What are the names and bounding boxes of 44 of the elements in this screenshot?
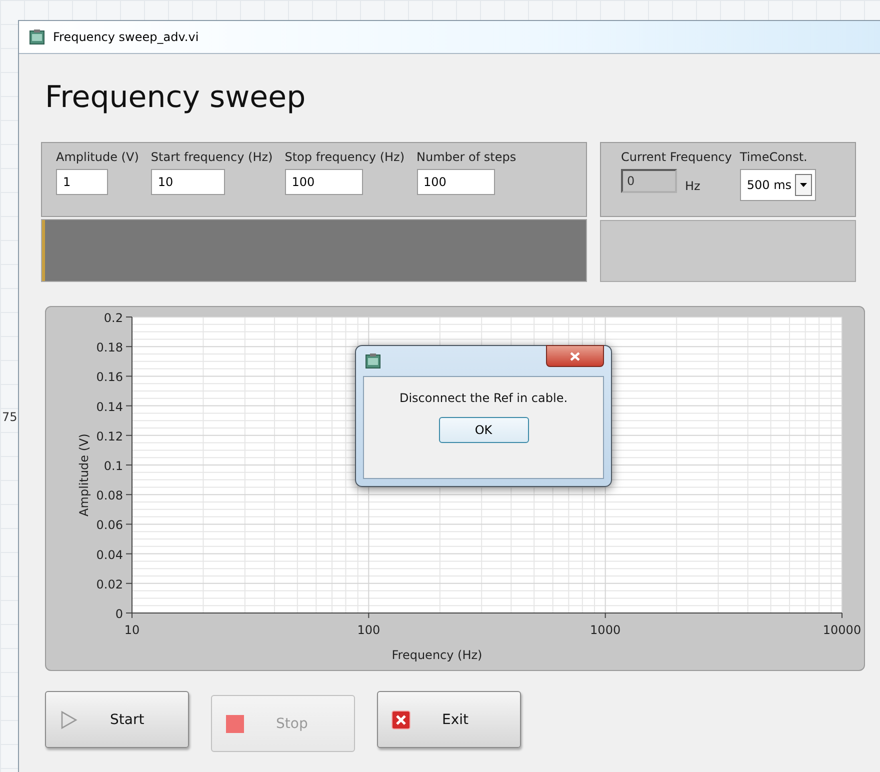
frequency-indicator: 0 xyxy=(621,169,677,193)
input-field[interactable]: 100 xyxy=(416,169,495,195)
y-tick-label: 0.16 xyxy=(96,370,123,384)
x-tick-label: 100 xyxy=(357,623,380,637)
field-label: Amplitude (V) xyxy=(56,150,139,164)
x-tick-label: 1000 xyxy=(590,623,621,637)
exit-button[interactable]: Exit xyxy=(377,691,521,748)
field-label: Start frequency (Hz) xyxy=(150,150,273,164)
background-text: 75 xyxy=(2,410,18,424)
dropdown-button[interactable] xyxy=(794,174,812,196)
close-icon xyxy=(390,708,412,730)
y-tick-label: 0.02 xyxy=(96,577,123,592)
x-tick-label: 10000 xyxy=(822,623,862,637)
input-field[interactable]: 100 xyxy=(284,169,363,195)
square-icon xyxy=(224,712,246,734)
y-tick-label: 0.04 xyxy=(96,548,123,562)
y-tick-label: 0 xyxy=(115,607,123,621)
input-field[interactable]: 10 xyxy=(150,169,225,195)
unit-label: Hz xyxy=(685,179,700,193)
close-icon xyxy=(570,352,580,360)
field-label: TimeConst. xyxy=(740,150,808,164)
input-field[interactable]: 1 xyxy=(56,169,108,195)
dialog-message: Disconnect the Ref in cable. xyxy=(399,391,568,405)
y-tick-label: 0.2 xyxy=(104,311,123,325)
app-icon xyxy=(365,353,381,369)
y-axis-title: Amplitude (V) xyxy=(77,434,91,516)
ok-button[interactable]: OK xyxy=(438,417,528,443)
app-icon xyxy=(29,29,45,45)
y-tick-label: 0.18 xyxy=(96,340,123,355)
caret-icon xyxy=(800,183,807,187)
y-tick-label: 0.1 xyxy=(104,459,123,473)
window-title: Frequency sweep_adv.vi xyxy=(53,30,199,44)
panel-title: Frequency sweep xyxy=(45,80,307,117)
field-label: Number of steps xyxy=(416,150,516,164)
y-tick-label: 0.12 xyxy=(96,429,123,444)
close-button[interactable] xyxy=(546,345,604,367)
start-button[interactable]: Start xyxy=(45,691,189,748)
y-tick-label: 0.14 xyxy=(96,400,123,414)
x-tick-label: 10 xyxy=(124,623,140,637)
field-label: Current Frequency xyxy=(621,150,732,164)
y-tick-label: 0.08 xyxy=(96,488,123,503)
y-tick-label: 0.06 xyxy=(96,518,123,532)
x-axis-title: Frequency (Hz) xyxy=(392,648,482,662)
field-label: Stop frequency (Hz) xyxy=(284,150,405,164)
